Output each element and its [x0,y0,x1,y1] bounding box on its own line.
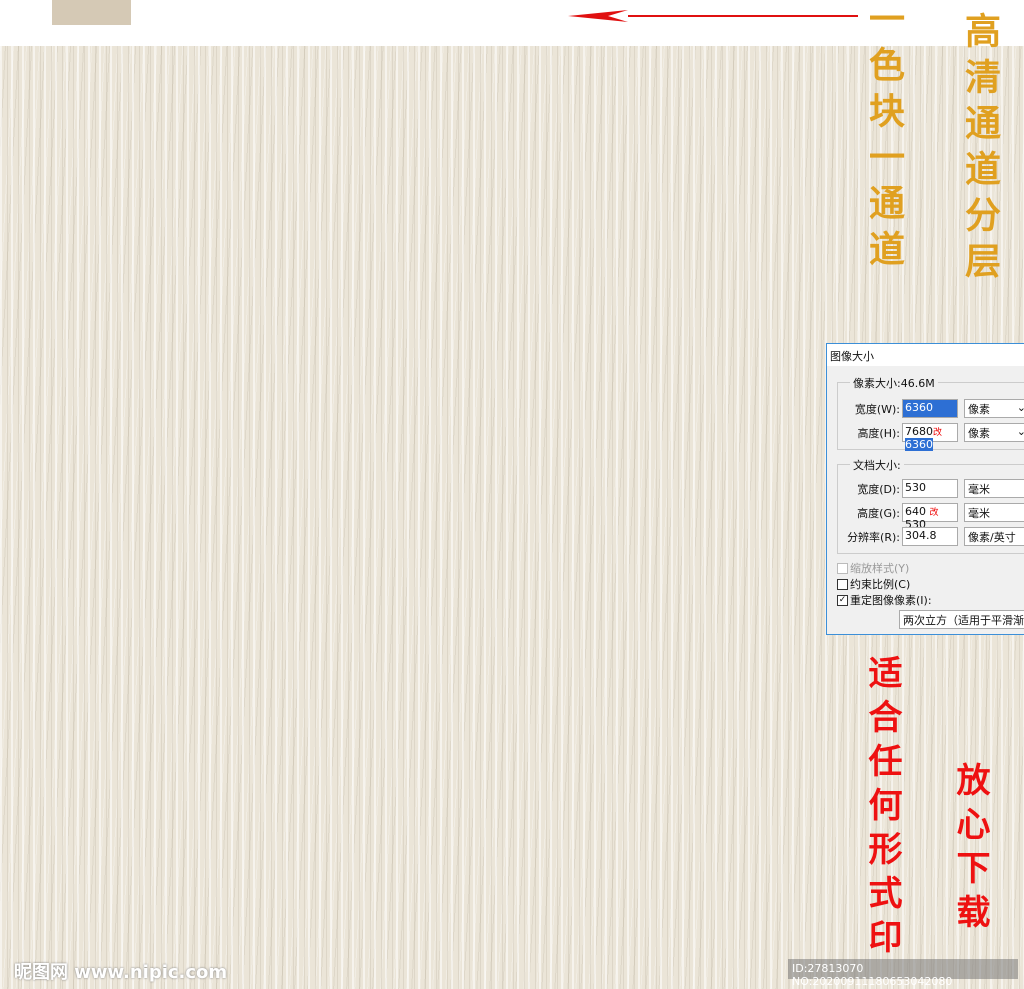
resolution-unit-select[interactable]: 像素/英寸 [964,527,1024,546]
field-label: 宽度(W): [854,402,900,416]
unit: 像素 [968,403,990,416]
label-col2: 高清通道分层 [959,12,1001,288]
checkbox-label: 重定图像像素(I): [850,594,932,607]
dialog-title: 图像大小 [827,344,1024,366]
pixel-width-unit-select[interactable]: 像素 ⌄ [964,399,1024,418]
old-value: 640 [905,505,926,518]
site-watermark: 昵图网 www.nipic.com [14,962,228,983]
pixel-height-unit-select[interactable]: 像素 ⌄ [964,423,1024,442]
checkbox-label: 缩放样式(Y) [850,562,910,575]
scale-styles-checkbox[interactable]: 缩放样式(Y) [837,560,909,576]
color-swatch [52,0,131,25]
chevron-down-icon: ⌄ [1016,425,1024,438]
document-size-group: 文档大小: 宽度(D): 530 毫米 高度(G): 640 改 530 毫米 分辨率(… [837,457,1024,554]
edit-mark: 改 [933,428,943,438]
label-col3: 适合任何形式印 [862,655,902,963]
field-label: 高度(H): [857,426,900,440]
pixel-size-group: 像素大小:46.6M 宽度(W): 6360 像素 ⌄ 高度(H): 7680改6360… [837,375,1024,451]
unit: 像素/英寸 [968,531,1016,544]
label-col4: 放心下载 [950,762,990,938]
constrain-proportions-checkbox[interactable]: 约束比例(C) [837,576,910,592]
checkbox-icon [837,578,848,590]
resample-method-select[interactable]: 两次立方（适用于平滑渐变 [899,610,1024,629]
resolution-input[interactable]: 304.8 [902,527,958,546]
checkbox-icon [837,562,848,574]
group-label: 文档大小: [850,457,904,473]
doc-height-input[interactable]: 640 改 530 [902,503,958,531]
unit: 像素 [968,427,990,440]
doc-width-unit-select[interactable]: 毫米 [964,479,1024,498]
doc-height-unit-select[interactable]: 毫米 [964,503,1024,522]
unit: 毫米 [968,483,990,496]
chevron-down-icon: ⌄ [1016,401,1024,414]
pixel-width-input[interactable]: 6360 [902,399,958,418]
edit-mark: 改 [929,508,939,518]
field-label: 分辨率(R): [847,530,900,544]
doc-width-input[interactable]: 530 [902,479,958,498]
checkmark-icon: ✓ [837,594,848,606]
old-value: 7680 [905,425,933,438]
label-col1: 一色块一通道 [863,0,905,276]
resample-checkbox[interactable]: ✓ 重定图像像素(I): [837,592,932,608]
image-size-dialog: 图像大小 像素大小:46.6M 宽度(W): 6360 像素 ⌄ 高度(H): 7680… [826,343,1024,635]
checkbox-label: 约束比例(C) [850,578,911,591]
pixel-height-input[interactable]: 7680改6360 [902,423,958,451]
new-value: 6360 [905,438,933,451]
field-label: 高度(G): [857,506,900,520]
arrow-left-icon [568,10,858,22]
image-id-watermark: ID:27813070 NO:20200911180653042080 [788,959,1018,988]
field-label: 宽度(D): [857,482,900,496]
group-label: 像素大小:46.6M [850,375,938,391]
unit: 毫米 [968,507,990,520]
